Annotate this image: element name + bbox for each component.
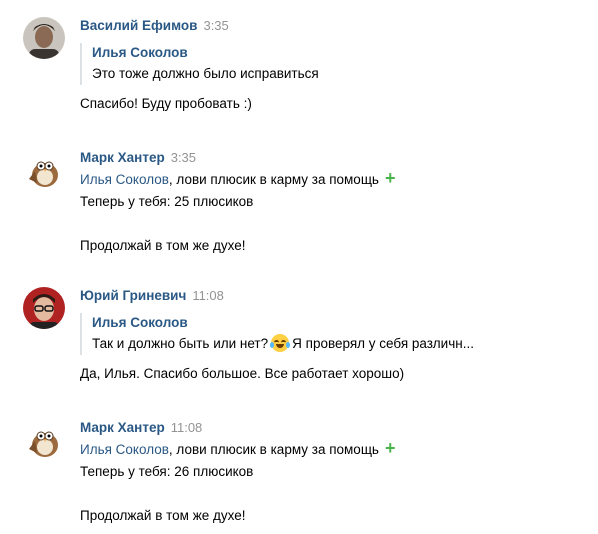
person-avatar-icon: [23, 287, 65, 329]
author-name[interactable]: Марк Хантер: [80, 150, 165, 165]
message-text: Спасибо! Буду пробовать :): [80, 96, 252, 111]
reply-quote[interactable]: Илья Соколов Это тоже должно было исправ…: [80, 43, 588, 85]
avatar[interactable]: [23, 17, 65, 59]
message-text: , лови плюсик в карму за помощь: [168, 172, 379, 187]
owl-avatar-icon: [23, 149, 65, 191]
message-time[interactable]: 11:08: [171, 420, 203, 435]
author-name[interactable]: Юрий Гриневич: [80, 288, 186, 303]
quote-text: Так и должно быть или нет?: [92, 336, 269, 351]
message-text: Продолжай в том же духе!: [80, 508, 246, 523]
avatar[interactable]: [23, 149, 65, 191]
tears-of-joy-emoji-icon: [270, 334, 291, 352]
message-text: Продолжай в том же духе!: [80, 238, 246, 253]
plus-icon: +: [384, 438, 396, 458]
mention-link[interactable]: Илья Соколов: [80, 442, 169, 457]
avatar[interactable]: [23, 287, 65, 329]
person-avatar-icon: [23, 17, 65, 59]
message-text: Да, Илья. Спасибо большое. Все работает …: [80, 366, 405, 381]
message-time[interactable]: 3:35: [203, 18, 228, 33]
message-text: , лови плюсик в карму за помощь: [168, 442, 379, 457]
message-text: [80, 483, 588, 505]
owl-avatar-icon: [23, 419, 65, 461]
avatar[interactable]: [23, 419, 65, 461]
quote-text: Это тоже должно было исправиться: [92, 66, 319, 81]
message-time[interactable]: 11:08: [192, 288, 224, 303]
reply-quote[interactable]: Илья Соколов Так и должно быть или нет? Я…: [80, 313, 588, 355]
quote-author[interactable]: Илья Соколов: [92, 313, 588, 333]
message-text: Теперь у тебя: 26 плюсиков: [80, 464, 254, 479]
author-name[interactable]: Василий Ефимов: [80, 18, 197, 33]
quote-author[interactable]: Илья Соколов: [92, 43, 588, 63]
message-time[interactable]: 3:35: [171, 150, 196, 165]
author-name[interactable]: Марк Хантер: [80, 420, 165, 435]
plus-icon: +: [384, 168, 396, 188]
message-text: [80, 213, 588, 235]
mention-link[interactable]: Илья Соколов: [80, 172, 169, 187]
quote-text: Я проверял у себя различн...: [292, 336, 474, 351]
message-text: Теперь у тебя: 25 плюсиков: [80, 194, 254, 209]
